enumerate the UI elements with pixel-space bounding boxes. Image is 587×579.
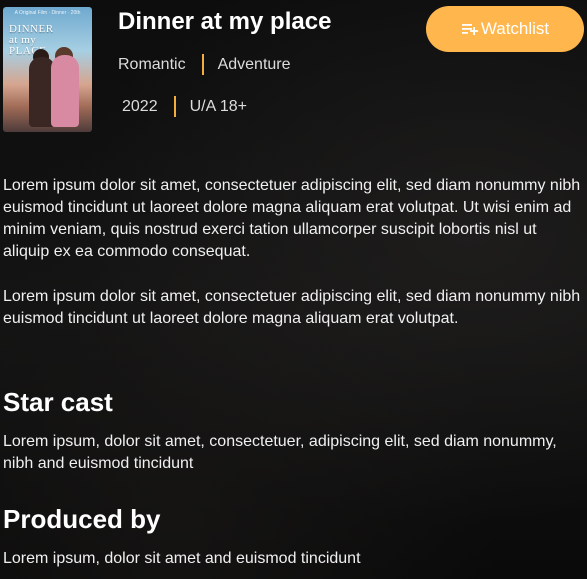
separator [173, 96, 176, 117]
movie-detail-page: A Original Film · Dinner · 20th DINNER a… [0, 0, 587, 579]
star-cast-text: Lorem ipsum, dolor sit amet, consectetue… [3, 433, 557, 472]
genre-tag: Romantic [118, 55, 186, 73]
release-year: 2022 [122, 97, 158, 115]
genre-row: Romantic Adventure [118, 54, 291, 75]
watchlist-button[interactable]: Watchlist [426, 6, 584, 52]
produced-by-text: Lorem ipsum, dolor sit amet and euismod … [3, 550, 361, 567]
star-cast-heading: Star cast [3, 387, 113, 417]
age-rating: U/A 18+ [189, 97, 247, 115]
poster-top-text: A Original Film · Dinner · 20th [14, 10, 81, 16]
movie-title: Dinner at my place [118, 8, 332, 35]
description-paragraph: Lorem ipsum dolor sit amet, consectetuer… [3, 177, 581, 260]
watchlist-label: Watchlist [480, 19, 550, 38]
produced-by-heading: Produced by [3, 504, 161, 534]
movie-poster[interactable]: A Original Film · Dinner · 20th DINNER a… [3, 7, 92, 132]
description-paragraph: Lorem ipsum dolor sit amet, consectetuer… [3, 288, 581, 327]
info-row: 2022 U/A 18+ [122, 96, 247, 117]
playlist-add-icon [461, 24, 478, 35]
genre-tag: Adventure [217, 55, 291, 73]
separator [201, 54, 204, 75]
poster-figure [51, 55, 79, 127]
